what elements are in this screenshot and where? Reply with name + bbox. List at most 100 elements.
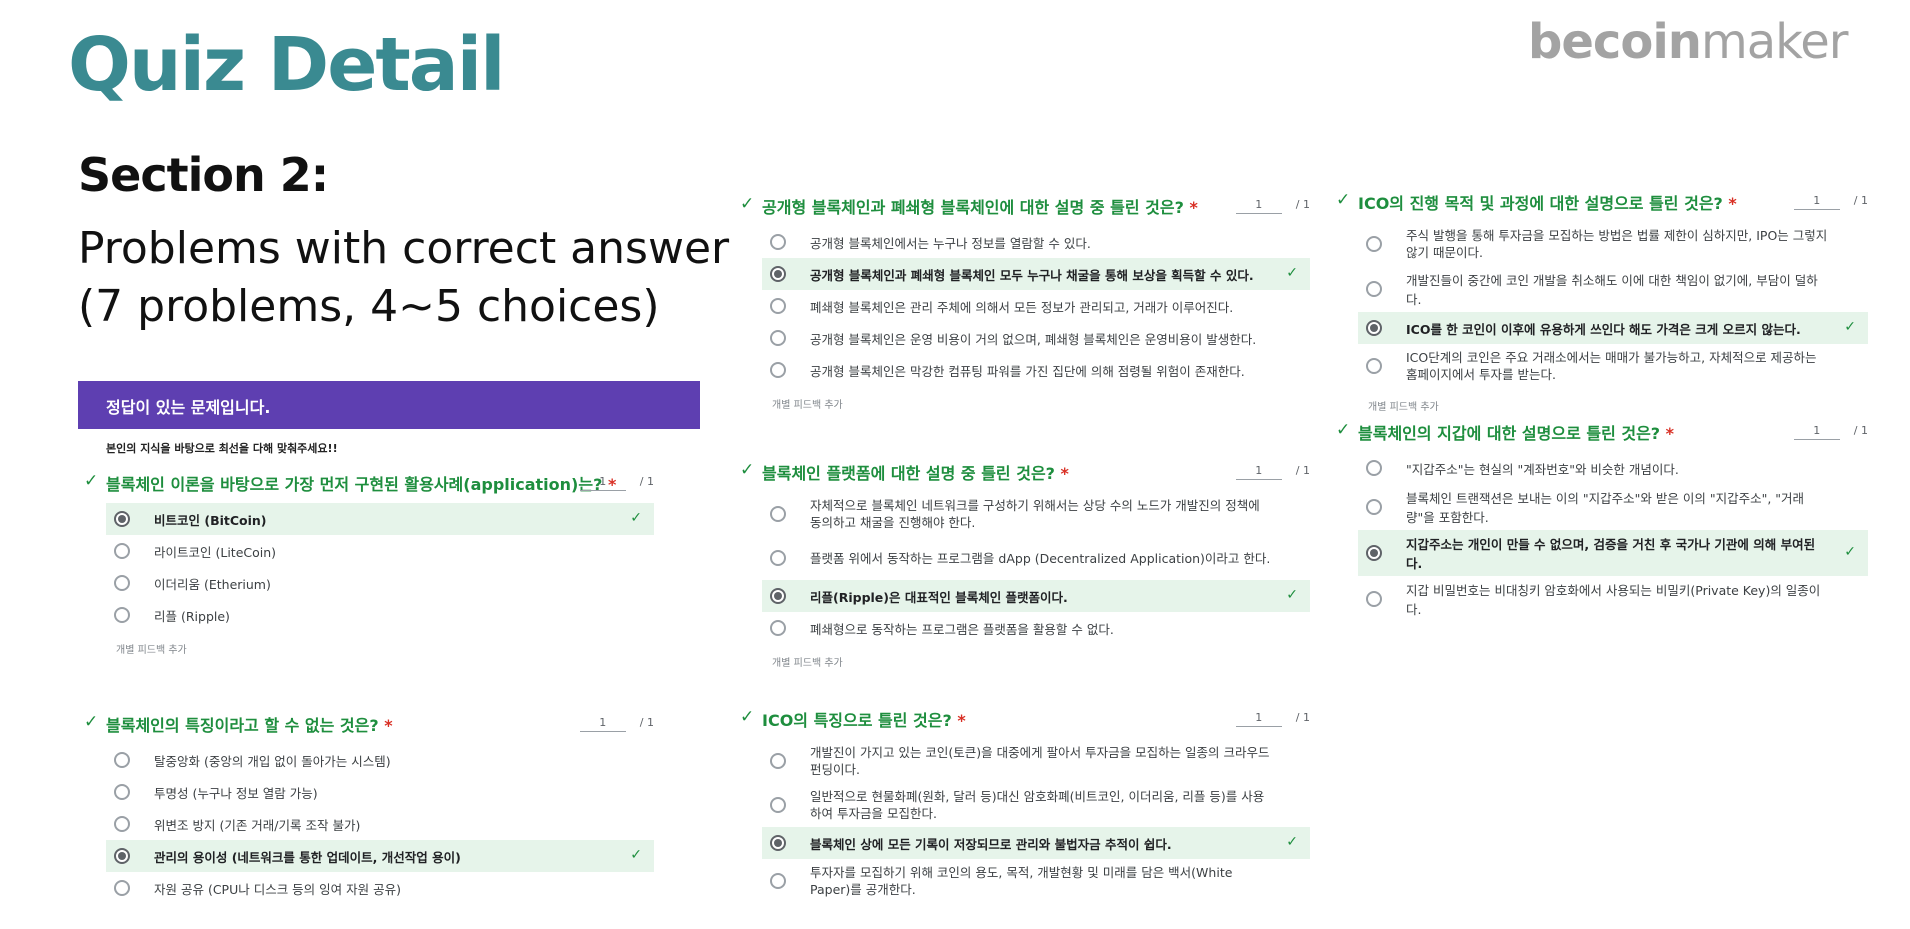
- radio-button[interactable]: [1366, 281, 1382, 297]
- form-section-banner: 정답이 있는 문제입니다.: [78, 381, 700, 429]
- answer-option[interactable]: 공개형 블록체인은 운영 비용이 거의 없으며, 폐쇄형 블록체인은 운영비용이…: [762, 322, 1310, 354]
- answer-option[interactable]: 폐쇄형으로 동작하는 프로그램은 플랫폼을 활용할 수 없다.: [762, 612, 1310, 644]
- score-field[interactable]: 1 / 1: [1793, 424, 1868, 440]
- score-field[interactable]: 1 / 1: [579, 716, 654, 732]
- add-feedback-link[interactable]: 개별 피드백 추가: [116, 641, 654, 656]
- answer-option[interactable]: 비트코인 (BitCoin) ✓: [106, 503, 654, 535]
- section-heading: Section 2:: [78, 148, 329, 202]
- add-feedback-link[interactable]: 개별 피드백 추가: [772, 396, 1310, 411]
- radio-button[interactable]: [770, 362, 786, 378]
- answer-option[interactable]: 주식 발행을 통해 투자금을 모집하는 방법은 법률 제한이 심하지만, IPO…: [1358, 222, 1868, 266]
- radio-button[interactable]: [1366, 591, 1382, 607]
- answer-option[interactable]: 투자자를 모집하기 위해 코인의 용도, 목적, 개발현황 및 미래를 담은 백…: [762, 859, 1310, 903]
- option-label: 폐쇄형 블록체인은 관리 주체에 의해서 모든 정보가 관리되고, 거래가 이루…: [810, 299, 1234, 315]
- answer-option[interactable]: 이더리움 (Etherium): [106, 567, 654, 599]
- radio-button[interactable]: [114, 848, 130, 864]
- answer-option[interactable]: ICO단계의 코인은 주요 거래소에서는 매매가 불가능하고, 자체적으로 제공…: [1358, 344, 1868, 388]
- radio-button[interactable]: [770, 330, 786, 346]
- radio-button[interactable]: [114, 607, 130, 623]
- option-label: 위변조 방지 (기존 거래/기록 조작 불가): [154, 817, 361, 833]
- question-card: ✓ ICO의 특징으로 틀린 것은? * 1 / 1 개발진이 가지고 있는 코인(토큰…: [740, 705, 1310, 903]
- answer-option[interactable]: 리플(Ripple)은 대표적인 블록체인 플랫폼이다. ✓: [762, 580, 1310, 612]
- radio-button[interactable]: [114, 511, 130, 527]
- radio-button[interactable]: [770, 234, 786, 250]
- radio-button[interactable]: [770, 753, 786, 769]
- answer-option[interactable]: 공개형 블록체인과 폐쇄형 블록체인 모두 누구나 채굴을 통해 보상을 획득할…: [762, 258, 1310, 290]
- question-title: 공개형 블록체인과 폐쇄형 블록체인에 대한 설명 중 틀린 것은? *: [762, 194, 1198, 218]
- brand-light: maker: [1700, 14, 1849, 70]
- radio-button[interactable]: [770, 797, 786, 813]
- radio-button[interactable]: [1366, 460, 1382, 476]
- option-label: 리플 (Ripple): [154, 608, 230, 624]
- radio-button[interactable]: [1366, 358, 1382, 374]
- radio-button[interactable]: [1366, 499, 1382, 515]
- option-label: ICO를 한 코인이 이후에 유용하게 쓰인다 해도 가격은 크게 오르지 않는…: [1406, 321, 1801, 337]
- radio-button[interactable]: [770, 873, 786, 889]
- answer-option[interactable]: 탈중앙화 (중앙의 개입 없이 돌아가는 시스템): [106, 744, 654, 776]
- answer-option[interactable]: 관리의 용이성 (네트워크를 통한 업데이트, 개선작업 용이) ✓: [106, 840, 654, 872]
- answer-option[interactable]: 지갑주소는 개인이 만들 수 없으며, 검증을 거친 후 국가나 기관에 의해 …: [1358, 530, 1868, 576]
- score-field[interactable]: 1 / 1: [1793, 194, 1868, 210]
- answer-option[interactable]: 개발진들이 중간에 코인 개발을 취소해도 이에 대한 책임이 없기에, 부담이…: [1358, 266, 1868, 312]
- question-title-text: 블록체인의 지갑에 대한 설명으로 틀린 것은?: [1358, 424, 1661, 443]
- radio-button[interactable]: [114, 816, 130, 832]
- answer-option[interactable]: 리플 (Ripple): [106, 599, 654, 631]
- score-input[interactable]: 1: [579, 475, 626, 491]
- radio-button[interactable]: [114, 752, 130, 768]
- radio-button[interactable]: [770, 620, 786, 636]
- answer-option[interactable]: 폐쇄형 블록체인은 관리 주체에 의해서 모든 정보가 관리되고, 거래가 이루…: [762, 290, 1310, 322]
- option-label: 블록체인 상에 모든 기록이 저장되므로 관리와 불법자금 추적이 쉽다.: [810, 836, 1172, 852]
- score-field[interactable]: 1 / 1: [1235, 464, 1310, 480]
- correct-check-icon: ✓: [740, 707, 755, 727]
- score-input[interactable]: 1: [1235, 198, 1282, 214]
- answer-option[interactable]: 블록체인 트랜잭션은 보내는 이의 "지갑주소"와 받은 이의 "지갑주소", …: [1358, 484, 1868, 530]
- radio-button[interactable]: [114, 784, 130, 800]
- answer-option[interactable]: 자원 공유 (CPU나 디스크 등의 잉여 자원 공유): [106, 872, 654, 904]
- radio-button[interactable]: [1366, 545, 1382, 561]
- correct-check-icon: ✓: [1336, 190, 1351, 210]
- radio-button[interactable]: [114, 575, 130, 591]
- radio-button[interactable]: [770, 266, 786, 282]
- question-title: 블록체인의 지갑에 대한 설명으로 틀린 것은? *: [1358, 420, 1674, 444]
- score-field[interactable]: 1 / 1: [1235, 198, 1310, 214]
- add-feedback-link[interactable]: 개별 피드백 추가: [1368, 398, 1868, 413]
- answer-option[interactable]: 자체적으로 블록체인 네트워크를 구성하기 위해서는 상당 수의 노드가 개발진…: [762, 492, 1310, 536]
- radio-button[interactable]: [114, 543, 130, 559]
- answer-option[interactable]: 공개형 블록체인은 막강한 컴퓨팅 파워를 가진 집단에 의해 점령될 위험이 …: [762, 354, 1310, 386]
- option-label: 투자자를 모집하기 위해 코인의 용도, 목적, 개발현황 및 미래를 담은 백…: [810, 865, 1233, 897]
- radio-button[interactable]: [770, 506, 786, 522]
- correct-answer-check-icon: ✓: [1286, 834, 1298, 850]
- radio-button[interactable]: [1366, 320, 1382, 336]
- answer-option[interactable]: 블록체인 상에 모든 기록이 저장되므로 관리와 불법자금 추적이 쉽다. ✓: [762, 827, 1310, 859]
- answer-option[interactable]: 일반적으로 현물화폐(원화, 달러 등)대신 암호화폐(비트코인, 이더리움, …: [762, 783, 1310, 827]
- score-input[interactable]: 1: [579, 716, 626, 732]
- score-input[interactable]: 1: [1793, 194, 1840, 210]
- radio-button[interactable]: [770, 298, 786, 314]
- correct-answer-check-icon: ✓: [1286, 265, 1298, 281]
- score-field[interactable]: 1 / 1: [1235, 711, 1310, 727]
- answer-option[interactable]: "지갑주소"는 현실의 "계좌번호"와 비슷한 개념이다.: [1358, 452, 1868, 484]
- score-input[interactable]: 1: [1793, 424, 1840, 440]
- option-label: 공개형 블록체인은 막강한 컴퓨팅 파워를 가진 집단에 의해 점령될 위험이 …: [810, 363, 1245, 379]
- score-field[interactable]: 1 / 1: [579, 475, 654, 491]
- answer-option[interactable]: 지갑 비밀번호는 비대칭키 암호화에서 사용되는 비밀키(Private Key…: [1358, 576, 1868, 622]
- radio-button[interactable]: [114, 880, 130, 896]
- option-label: 비트코인 (BitCoin): [154, 512, 267, 528]
- radio-button[interactable]: [770, 835, 786, 851]
- radio-button[interactable]: [770, 588, 786, 604]
- option-label: 개발진들이 중간에 코인 개발을 취소해도 이에 대한 책임이 없기에, 부담이…: [1406, 273, 1818, 307]
- answer-option[interactable]: 투명성 (누구나 정보 열람 가능): [106, 776, 654, 808]
- option-label: 블록체인 트랜잭션은 보내는 이의 "지갑주소"와 받은 이의 "지갑주소", …: [1406, 491, 1805, 525]
- answer-option[interactable]: 플랫폼 위에서 동작하는 프로그램을 dApp (Decentralized A…: [762, 536, 1310, 580]
- answer-option[interactable]: ICO를 한 코인이 이후에 유용하게 쓰인다 해도 가격은 크게 오르지 않는…: [1358, 312, 1868, 344]
- answer-option[interactable]: 개발진이 가지고 있는 코인(토큰)을 대중에게 팔아서 투자금을 모집하는 일…: [762, 739, 1310, 783]
- radio-button[interactable]: [1366, 236, 1382, 252]
- required-mark: *: [1728, 194, 1737, 213]
- score-input[interactable]: 1: [1235, 711, 1282, 727]
- answer-option[interactable]: 공개형 블록체인에서는 누구나 정보를 열람할 수 있다.: [762, 226, 1310, 258]
- score-input[interactable]: 1: [1235, 464, 1282, 480]
- radio-button[interactable]: [770, 550, 786, 566]
- answer-option[interactable]: 라이트코인 (LiteCoin): [106, 535, 654, 567]
- add-feedback-link[interactable]: 개별 피드백 추가: [772, 654, 1310, 669]
- answer-option[interactable]: 위변조 방지 (기존 거래/기록 조작 불가): [106, 808, 654, 840]
